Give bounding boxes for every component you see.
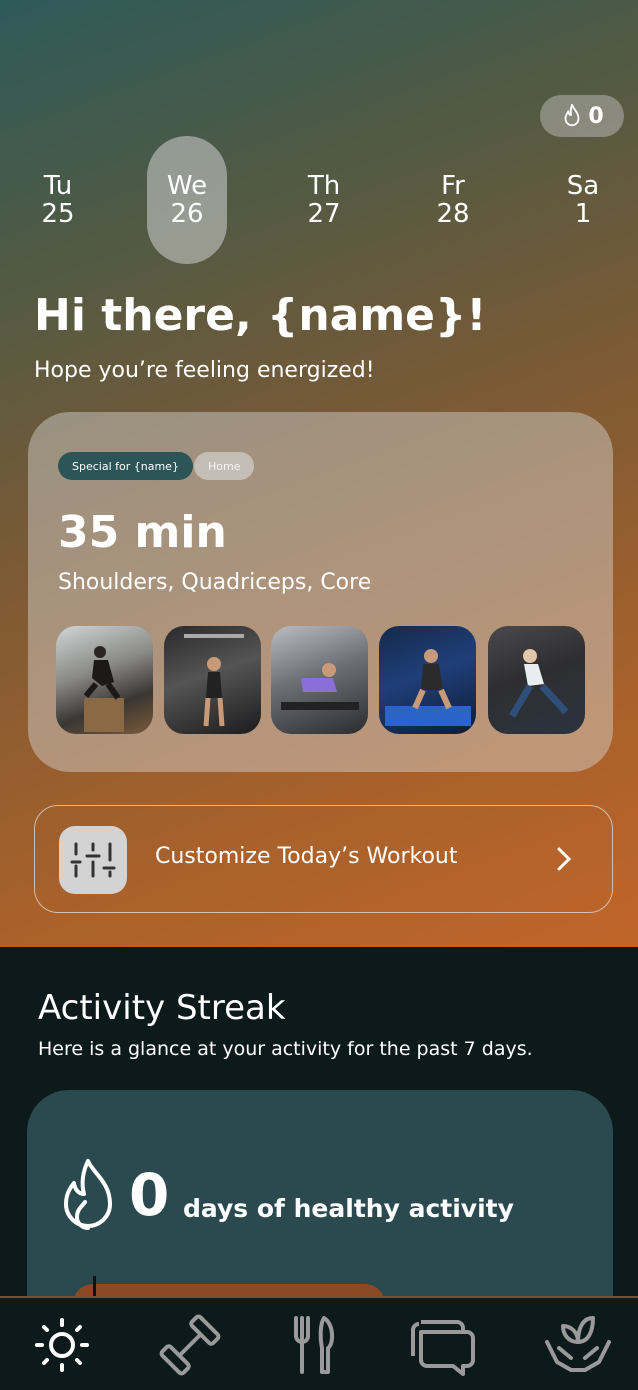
exercise-thumb-lunge[interactable]: [488, 626, 585, 734]
day-num: 26: [170, 199, 204, 229]
exercise-thumb-leg-press[interactable]: [271, 626, 368, 734]
workout-duration: 35 min: [58, 507, 227, 558]
nav-wellness[interactable]: [543, 1312, 613, 1378]
chat-icon: [411, 1320, 475, 1376]
day-num: 27: [307, 199, 341, 229]
customize-label: Customize Today’s Workout: [155, 844, 458, 869]
day-we[interactable]: We 26: [147, 136, 227, 264]
day-sa[interactable]: Sa 1: [543, 136, 623, 264]
streak-count: 0: [588, 103, 604, 129]
activity-title: Activity Streak: [38, 988, 286, 1028]
streak-badge[interactable]: 0: [540, 95, 624, 137]
bottom-nav: [0, 1296, 638, 1390]
day-abbr: Th: [307, 171, 341, 201]
sun-icon: [35, 1318, 89, 1372]
activity-count: 0: [129, 1161, 170, 1229]
plant-hands-icon: [545, 1316, 611, 1372]
fork-knife-icon: [294, 1316, 335, 1374]
date-strip: Tu 25 We 26 Th 27 Fr 28 Sa 1: [0, 136, 638, 264]
workout-muscles: Shoulders, Quadriceps, Core: [58, 570, 372, 595]
greeting-title: Hi there, {name}!: [34, 290, 487, 341]
exercise-thumbnails: [56, 626, 586, 734]
hero-section: 0 Tu 25 We 26 Th 27 Fr 28 Sa 1 Hi there,…: [0, 0, 638, 947]
flame-icon: [564, 103, 580, 127]
nav-today[interactable]: [27, 1312, 97, 1378]
day-th[interactable]: Th 27: [284, 136, 364, 264]
nav-nutrition[interactable]: [278, 1312, 348, 1378]
day-fr[interactable]: Fr 28: [413, 136, 493, 264]
day-num: 1: [574, 199, 592, 229]
activity-subtitle: Here is a glance at your activity for th…: [38, 1038, 533, 1060]
tag-special: Special for {name}: [58, 452, 193, 480]
dumbbell-icon: [159, 1314, 221, 1376]
nav-workouts[interactable]: [155, 1312, 225, 1378]
tag-home: Home: [194, 452, 255, 480]
day-abbr: We: [166, 171, 208, 201]
exercise-thumb-squat[interactable]: [379, 626, 476, 734]
activity-tick: [93, 1276, 96, 1296]
nav-messages[interactable]: [407, 1312, 477, 1378]
day-num: 28: [436, 199, 470, 229]
activity-text: days of healthy activity: [183, 1194, 514, 1223]
chevron-right-icon: [557, 847, 572, 871]
greeting-subtitle: Hope you’re feeling energized!: [34, 358, 375, 383]
exercise-thumb-box-jump[interactable]: [56, 626, 153, 734]
flame-icon: [64, 1159, 112, 1231]
day-abbr: Fr: [441, 171, 465, 201]
exercise-thumb-pullup[interactable]: [164, 626, 261, 734]
customize-workout-button[interactable]: Customize Today’s Workout: [34, 805, 613, 913]
sliders-icon: [59, 826, 127, 894]
workout-card[interactable]: Special for {name} Home 35 min Shoulders…: [28, 412, 613, 772]
day-num: 25: [41, 199, 75, 229]
day-abbr: Sa: [566, 171, 600, 201]
day-tu[interactable]: Tu 25: [18, 136, 98, 264]
day-abbr: Tu: [43, 171, 73, 201]
